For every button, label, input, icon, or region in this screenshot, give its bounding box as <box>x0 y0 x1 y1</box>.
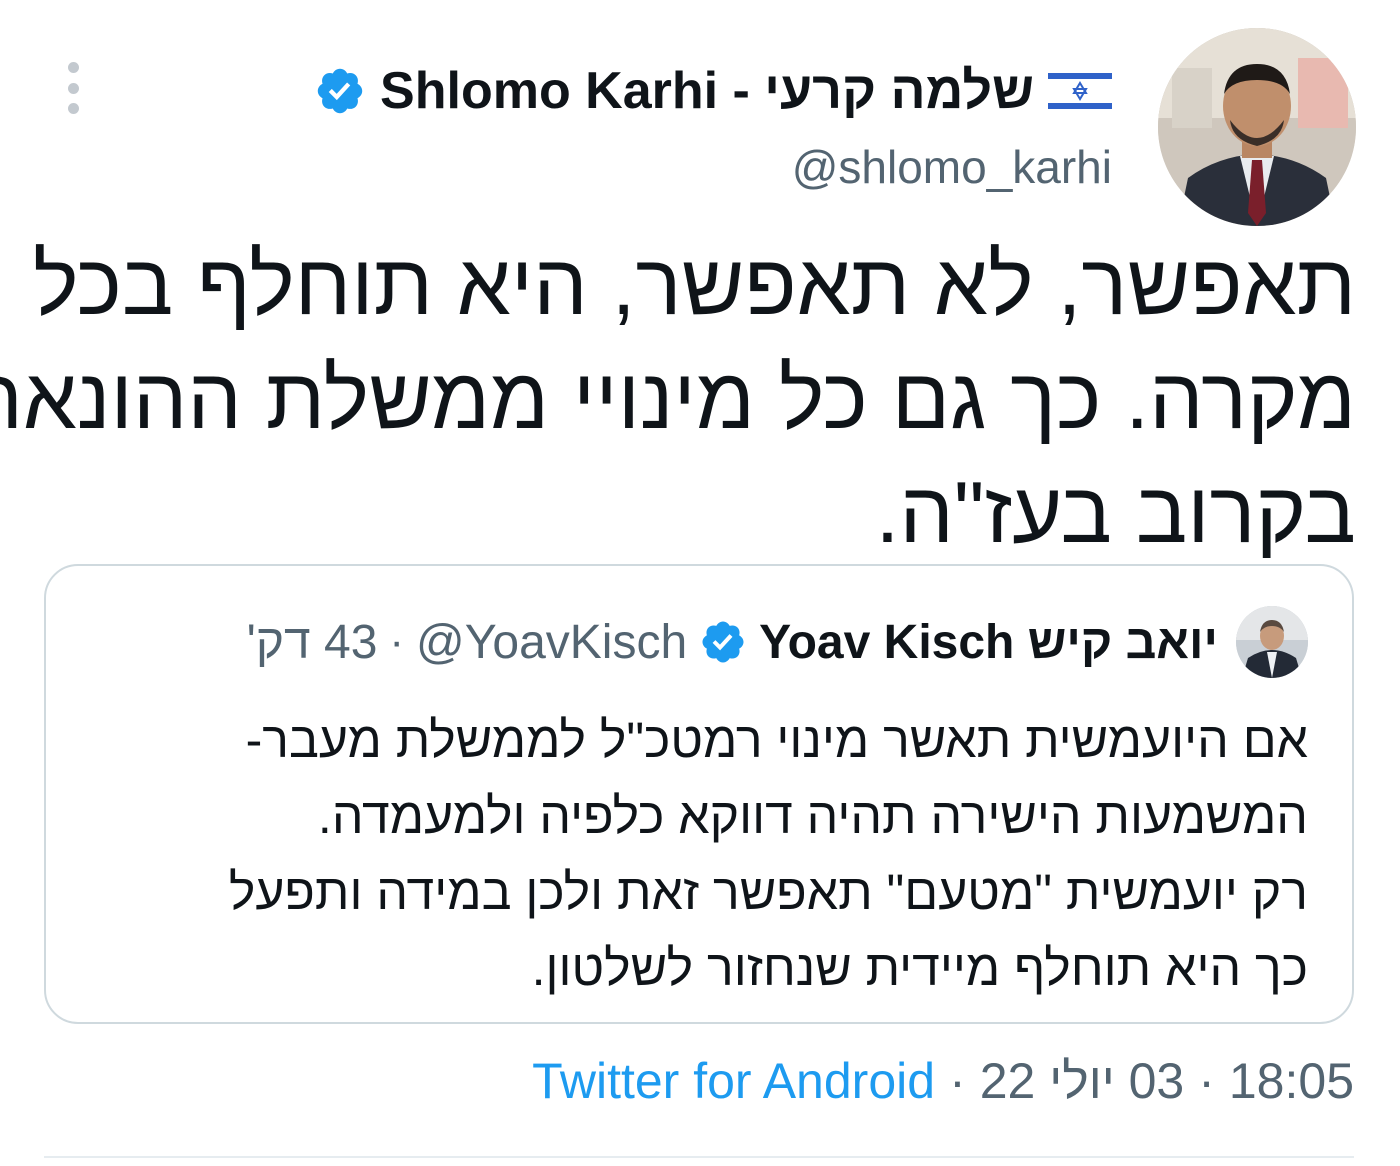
tweet-meta: 18:05 · 03 יולי 22 · Twitter for Android <box>532 1046 1354 1116</box>
menu-dot <box>67 62 79 73</box>
tweet-source-link[interactable]: Twitter for Android <box>532 1052 935 1110</box>
menu-dot <box>67 103 79 114</box>
separator-dot: · <box>949 1053 966 1109</box>
tweet-text-line: בקרוב בעז"ה. <box>875 465 1356 561</box>
quoted-text-line: רק יועמשית "מטעם" תאפשר זאת ולכן במידה ו… <box>228 864 1308 920</box>
tweet-text-line: תאפשר, לא תאפשר, היא תוחלף בכל <box>32 237 1356 333</box>
separator-dot: · <box>1198 1053 1215 1109</box>
separator-dot: · <box>389 617 405 666</box>
tweet-text-line: מקרה. כך גם כל מינויי ממשלת ההונאה. <box>0 351 1356 447</box>
israel-flag-icon <box>1048 69 1112 113</box>
quoted-author-avatar <box>1236 606 1308 678</box>
verified-badge-icon <box>702 621 744 663</box>
tweet-text: תאפשר, לא תאפשר, היא תוחלף בכל מקרה. כך … <box>0 228 1356 570</box>
quoted-tweet-time: 43 דק' <box>246 615 378 669</box>
tweet-date[interactable]: 03 יולי 22 <box>980 1052 1185 1110</box>
quoted-tweet-card[interactable]: יואב קיש Yoav Kisch @YoavKisch · 43 דק' … <box>44 564 1354 1024</box>
divider <box>44 1156 1354 1158</box>
menu-dot <box>67 82 79 94</box>
quoted-text-line: כך היא תוחלף מיידית שנחזור לשלטון. <box>531 940 1308 996</box>
author-avatar-image <box>1158 28 1356 226</box>
verified-badge-icon <box>317 68 363 114</box>
quoted-text-line: המשמעות הישירה תהיה דווקא כלפיה ולמעמדה. <box>317 788 1308 844</box>
quoted-text-line: אם היועמשית תאשר מינוי רמטכ"ל לממשלת מעב… <box>245 712 1308 768</box>
quoted-author-display-name: יואב קיש Yoav Kisch <box>759 615 1218 669</box>
author-header[interactable]: שלמה קרעי - Shlomo Karhi <box>314 56 1112 126</box>
author-display-name[interactable]: שלמה קרעי - Shlomo Karhi <box>380 61 1034 121</box>
tweet-time[interactable]: 18:05 <box>1229 1052 1354 1110</box>
quoted-author-handle: @YoavKisch <box>416 615 688 669</box>
author-handle[interactable]: @shlomo_karhi <box>792 140 1112 194</box>
quoted-tweet-text: אם היועמשית תאשר מינוי רמטכ"ל לממשלת מעב… <box>98 702 1308 1006</box>
more-options-icon[interactable] <box>56 62 90 114</box>
author-avatar[interactable] <box>1158 28 1356 226</box>
tweet: שלמה קרעי - Shlomo Karhi @shlomo_karhi ת… <box>0 0 1400 1166</box>
quoted-tweet-header: יואב קיש Yoav Kisch @YoavKisch · 43 דק' <box>247 604 1308 680</box>
quoted-author-avatar-image <box>1236 606 1308 678</box>
